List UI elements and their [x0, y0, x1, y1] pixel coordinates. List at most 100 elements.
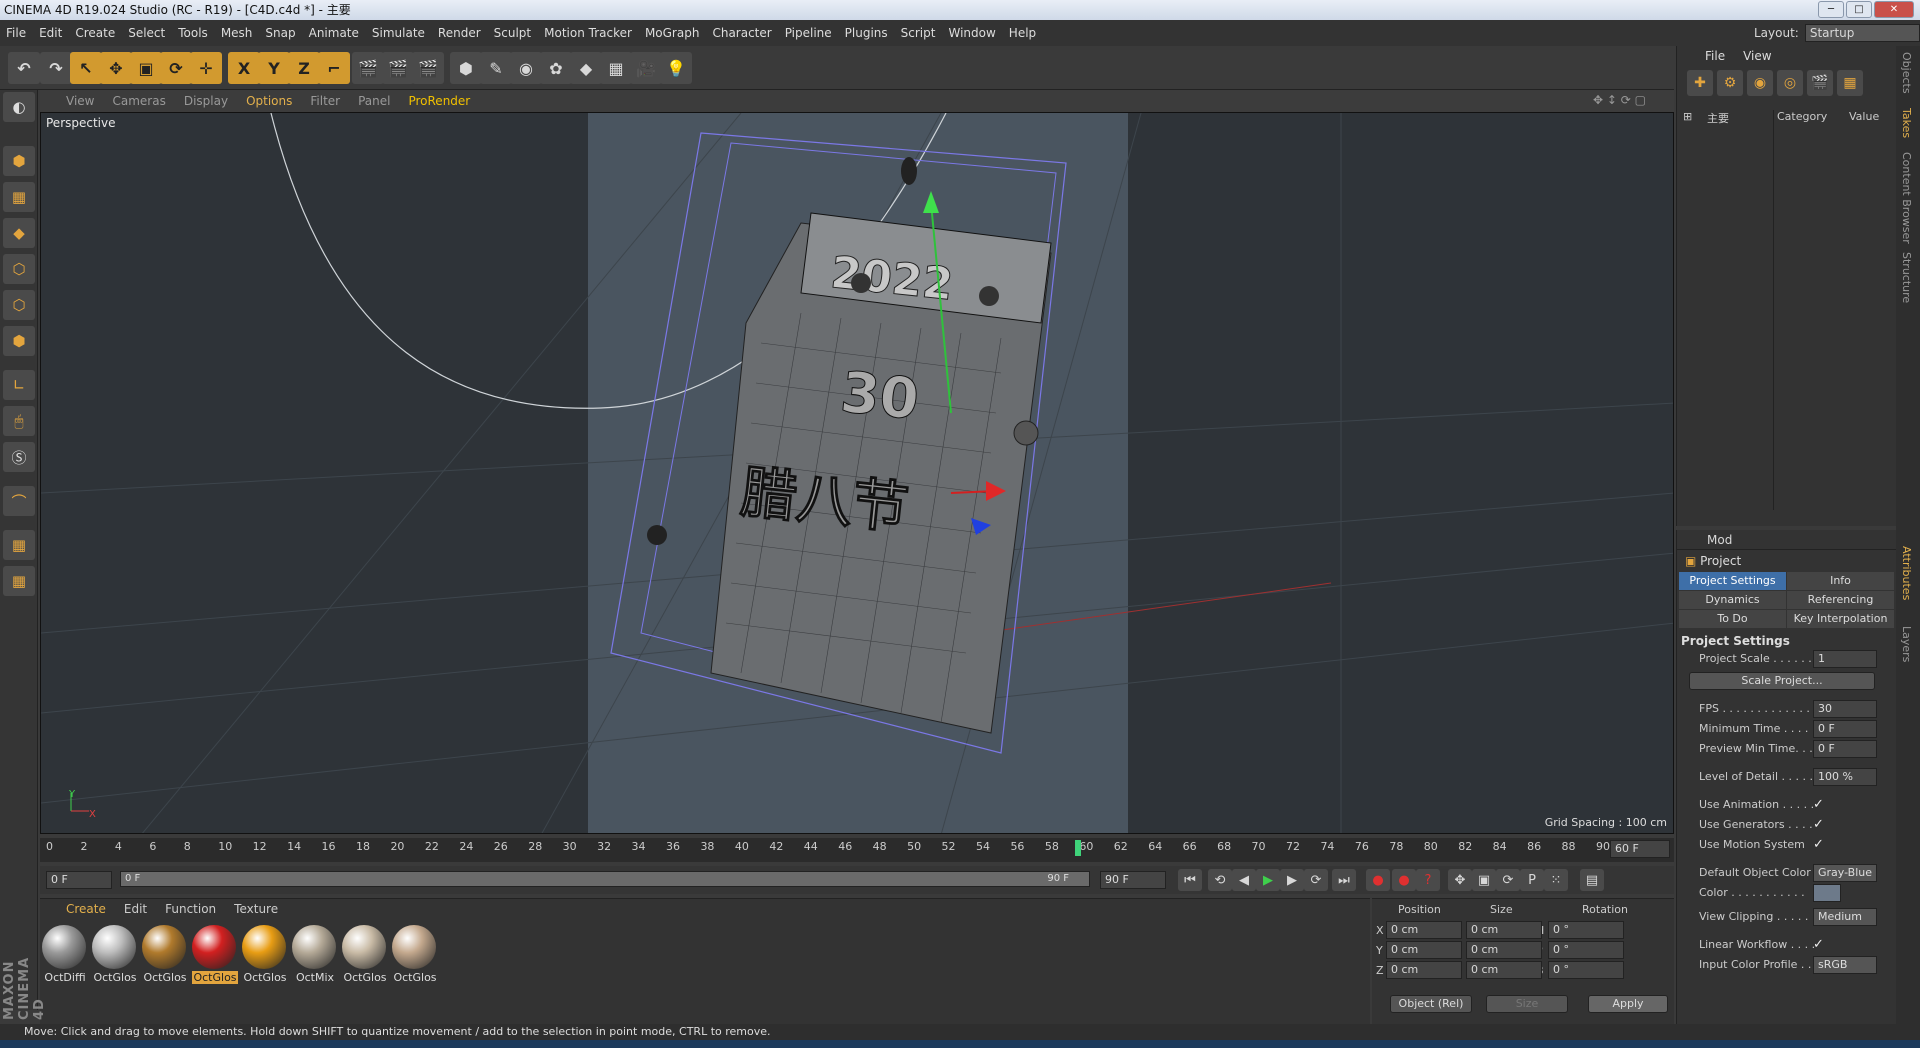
use-generators-checkbox[interactable]: ✓	[1813, 817, 1824, 832]
mat-menu-edit[interactable]: Edit	[124, 902, 147, 916]
vp-menu-panel[interactable]: Panel	[358, 94, 390, 108]
attr-tab-key-interpolation[interactable]: Key Interpolation	[1787, 610, 1894, 628]
preview-min-field[interactable]: 0 F	[1813, 740, 1877, 758]
obj-toolbar-icon[interactable]: 🎬	[1807, 70, 1833, 96]
side-tab-structure[interactable]: Structure	[1900, 252, 1913, 303]
scale-project-button[interactable]: Scale Project...	[1689, 672, 1875, 690]
texture-mode-icon[interactable]: ▦	[3, 182, 35, 212]
z-axis-icon[interactable]: Z	[288, 52, 320, 84]
side-tab-objects[interactable]: Objects	[1900, 52, 1913, 94]
timeline-ruler[interactable]: 60 F 0 2 4 6 8 10 12 14 16 18 20 22 24 26 28 30 32 34 36 38…	[40, 838, 1674, 862]
menu-item-sculpt[interactable]: Sculpt	[494, 26, 531, 40]
use-animation-checkbox[interactable]: ✓	[1813, 797, 1824, 812]
material-slot[interactable]: OctGlos	[142, 925, 188, 985]
locked-workplane-icon[interactable]: ▦	[3, 530, 35, 560]
prev-key-icon[interactable]: ⟲	[1208, 869, 1232, 891]
coord-rot-field[interactable]: 0 °	[1548, 941, 1624, 959]
move-key-icon[interactable]: ✥	[1448, 869, 1472, 891]
scale-icon[interactable]: ▣	[130, 52, 162, 84]
attr-tab-info[interactable]: Info	[1787, 572, 1894, 590]
coord-size-field[interactable]: 0 cm	[1466, 941, 1542, 959]
linear-workflow-checkbox[interactable]: ✓	[1813, 937, 1824, 952]
coord-mode-dropdown[interactable]: Object (Rel)	[1390, 995, 1472, 1013]
material-slot[interactable]: OctDiffi	[42, 925, 88, 985]
tree-item-main[interactable]: 主要	[1707, 110, 1729, 126]
side-tab-attributes[interactable]: Attributes	[1900, 546, 1913, 600]
polygons-mode-icon[interactable]: ⬢	[3, 326, 35, 356]
vp-menu-display[interactable]: Display	[184, 94, 228, 108]
rotate-icon[interactable]: ⟳	[160, 52, 192, 84]
material-slot[interactable]: OctMix	[292, 925, 338, 985]
obj-toolbar-icon[interactable]: ⚙	[1717, 70, 1743, 96]
solo-icon[interactable]: Ⓢ	[3, 442, 35, 472]
make-editable-icon[interactable]: ◐	[3, 92, 35, 122]
workplane-icon[interactable]: ◆	[3, 218, 35, 248]
coord-rot-field[interactable]: 0 °	[1548, 921, 1624, 939]
pen-icon[interactable]: ✎	[480, 52, 512, 84]
timeline-end-field[interactable]: 60 F	[1610, 840, 1670, 858]
end-frame-field[interactable]: 90 F	[1100, 871, 1166, 889]
menu-item-simulate[interactable]: Simulate	[372, 26, 425, 40]
obj-toolbar-icon[interactable]: ◉	[1747, 70, 1773, 96]
min-time-field[interactable]: 0 F	[1813, 720, 1877, 738]
material-slot[interactable]: OctGlos	[92, 925, 138, 985]
side-tab-content-browser[interactable]: Content Browser	[1900, 152, 1913, 244]
deformer-icon[interactable]: ◆	[570, 52, 602, 84]
mat-menu-texture[interactable]: Texture	[234, 902, 278, 916]
floor-icon[interactable]: ▦	[600, 52, 632, 84]
close-button[interactable]: ✕	[1874, 1, 1914, 18]
points-mode-icon[interactable]: ⬡	[3, 254, 35, 284]
start-frame-field[interactable]: 0 F	[46, 871, 112, 889]
preview-range-slider[interactable]: 0 F 90 F	[120, 871, 1090, 887]
obj-menu-file[interactable]: File	[1705, 49, 1725, 63]
material-slot[interactable]: OctGlos	[392, 925, 438, 985]
coord-pos-field[interactable]: 0 cm	[1386, 961, 1462, 979]
apply-button[interactable]: Apply	[1588, 995, 1668, 1013]
default-color-dropdown[interactable]: Gray-Blue	[1813, 864, 1877, 882]
light-icon[interactable]: 💡	[660, 52, 692, 84]
viewport-nav-icons[interactable]: ✥ ↕ ⟳ ▢	[1593, 93, 1646, 107]
vp-menu-view[interactable]: View	[66, 94, 94, 108]
coord-size-field[interactable]: 0 cm	[1466, 921, 1542, 939]
minimize-button[interactable]: ─	[1818, 1, 1844, 18]
color-swatch[interactable]	[1813, 884, 1841, 902]
obj-menu-view[interactable]: View	[1743, 49, 1771, 63]
x-axis-icon[interactable]: X	[228, 52, 260, 84]
lod-field[interactable]: 100 %	[1813, 768, 1877, 786]
timeline-icon[interactable]: ▤	[1580, 869, 1604, 891]
scale-key-icon[interactable]: ▣	[1472, 869, 1496, 891]
menu-item-character[interactable]: Character	[712, 26, 771, 40]
input-profile-dropdown[interactable]: sRGB	[1813, 956, 1877, 974]
vp-menu-prorender[interactable]: ProRender	[408, 94, 470, 108]
array-icon[interactable]: ✿	[540, 52, 572, 84]
edges-mode-icon[interactable]: ⬡	[3, 290, 35, 320]
obj-toolbar-icon[interactable]: ▦	[1837, 70, 1863, 96]
perspective-viewport[interactable]: 2022 30 腊八节 Perspective Grid Spacing : 1…	[40, 112, 1674, 834]
coord-pos-field[interactable]: 0 cm	[1386, 921, 1462, 939]
project-scale-field[interactable]: 1	[1813, 650, 1877, 668]
material-slot[interactable]: OctGlos	[192, 925, 238, 985]
y-axis-icon[interactable]: Y	[258, 52, 290, 84]
vp-menu-filter[interactable]: Filter	[310, 94, 340, 108]
menu-item-select[interactable]: Select	[128, 26, 165, 40]
next-key-icon[interactable]: ⟳	[1304, 869, 1328, 891]
mat-menu-function[interactable]: Function	[165, 902, 216, 916]
snap-icon[interactable]: ⌒	[3, 486, 35, 516]
attr-tab-project-settings[interactable]: Project Settings	[1679, 572, 1786, 590]
view-clipping-dropdown[interactable]: Medium	[1813, 908, 1877, 926]
pla-key-icon[interactable]: ⁙	[1544, 869, 1568, 891]
play-icon[interactable]: ▶	[1256, 869, 1280, 891]
rotate-key-icon[interactable]: ⟳	[1496, 869, 1520, 891]
fps-field[interactable]: 30	[1813, 700, 1877, 718]
select-icon[interactable]: ↖	[70, 52, 102, 84]
attr-mode-menu[interactable]: Mod	[1707, 533, 1732, 547]
coord-rot-field[interactable]: 0 °	[1548, 961, 1624, 979]
tweak-mode-icon[interactable]: 🖱	[3, 406, 35, 436]
obj-toolbar-icon[interactable]: ◎	[1777, 70, 1803, 96]
render-view-icon[interactable]: 🎬	[352, 52, 384, 84]
planar-workplane-icon[interactable]: ▦	[3, 566, 35, 596]
coord-pos-field[interactable]: 0 cm	[1386, 941, 1462, 959]
menu-item-snap[interactable]: Snap	[265, 26, 295, 40]
vp-menu-options[interactable]: Options	[246, 94, 292, 108]
use-motion-checkbox[interactable]: ✓	[1813, 837, 1824, 852]
